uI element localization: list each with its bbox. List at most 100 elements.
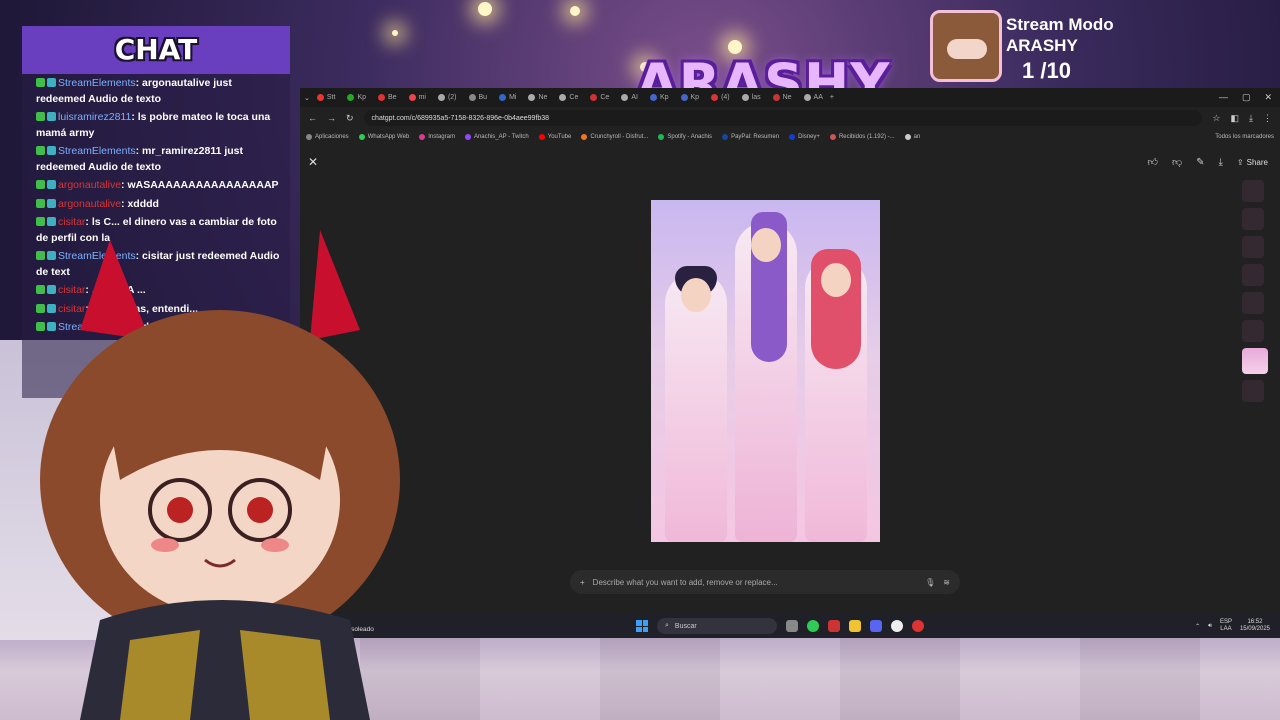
browser-tab[interactable]: AA [799, 90, 828, 105]
browser-tab[interactable]: AI [616, 90, 643, 105]
tab-label: Bu [478, 94, 488, 101]
task-view-icon[interactable] [786, 620, 798, 632]
bookmark-favicon [358, 134, 365, 140]
settings-app-icon[interactable] [912, 620, 924, 632]
browser-tab[interactable]: (2) [433, 90, 462, 105]
url-field[interactable]: chatgpt.com/c/689935a5-7158-8326-896e-0b… [363, 110, 1203, 126]
language-indicator[interactable]: ESP LAA [1220, 619, 1232, 633]
chat-username[interactable]: argonautalive [58, 179, 121, 191]
bookmark-item[interactable]: Recibidos (1.192) -... [829, 134, 895, 140]
download-icon[interactable]: ⤓ [1249, 113, 1253, 124]
all-bookmarks-link[interactable]: Todos los marcadores [1215, 134, 1274, 140]
tab-label: Kp [659, 94, 669, 101]
browser-tab[interactable]: Kp [676, 90, 705, 105]
browser-tab[interactable]: Be [373, 90, 402, 105]
close-window-icon[interactable]: ✕ [1264, 92, 1272, 103]
thumbs-up-icon[interactable]: 👍︎ [1148, 156, 1158, 168]
bookmark-item[interactable]: Disney+ [789, 134, 820, 140]
edit-icon[interactable]: ✎ [1196, 157, 1204, 168]
reload-icon[interactable]: ↻ [346, 113, 354, 124]
browser-tab[interactable]: las [737, 90, 766, 105]
browser-tab[interactable]: Ce [585, 90, 614, 105]
tab-label: AA [813, 94, 823, 101]
file-explorer-icon[interactable] [849, 620, 861, 632]
browser-tab[interactable]: Ce [554, 90, 583, 105]
bookmark-label: an [913, 134, 921, 140]
thumbnail[interactable] [1242, 380, 1264, 402]
discord-icon[interactable] [870, 620, 882, 632]
chat-title: CHAT [114, 33, 198, 66]
chat-username[interactable]: StreamElements [58, 77, 136, 89]
thumbnail[interactable] [1242, 264, 1264, 286]
bookmark-item[interactable]: Instagram [419, 134, 455, 140]
edit-prompt-bar[interactable]: + Describe what you want to add, remove … [570, 570, 960, 594]
browser-tab[interactable]: Mi [494, 90, 521, 105]
vtuber-avatar [40, 230, 400, 720]
thumbnail[interactable] [1242, 320, 1264, 342]
tab-label: Kp [357, 94, 366, 101]
new-tab-button[interactable]: + [830, 94, 834, 101]
windows-start-icon[interactable] [636, 620, 648, 632]
tray-chevron-icon[interactable]: ⌃ [1195, 623, 1200, 630]
close-viewer-icon[interactable]: ✕ [308, 155, 318, 169]
star-icon[interactable]: ☆ [1212, 113, 1220, 124]
browser-tab[interactable]: mi [404, 90, 431, 105]
maximize-icon[interactable]: ▢ [1242, 92, 1251, 103]
thumbnail[interactable] [1242, 180, 1264, 202]
tab-favicon [590, 94, 598, 101]
clock[interactable]: 16:52 15/09/2025 [1240, 619, 1270, 633]
bookmark-item[interactable]: Anachis_AP - Twitch [464, 134, 529, 140]
url-text: chatgpt.com/c/689935a5-7158-8326-896e-0b… [371, 114, 550, 122]
bookmark-item[interactable]: WhatsApp Web [358, 134, 409, 140]
voice-icon[interactable]: ≋ [943, 578, 950, 587]
share-icon: ⇪ [1236, 157, 1244, 167]
tab-favicon [347, 94, 355, 101]
browser-tab[interactable]: (4) [706, 90, 735, 105]
thumbs-down-icon[interactable]: 👎︎ [1172, 156, 1182, 168]
download-image-icon[interactable]: ⤓ [1219, 157, 1223, 168]
taskbar-search[interactable]: ⌕ Buscar [657, 618, 777, 634]
bookmark-item[interactable]: PayPal: Resumen [722, 134, 779, 140]
extension-icon[interactable]: ◧ [1231, 113, 1240, 124]
volume-icon[interactable]: 🔊︎ [1208, 623, 1212, 630]
bookmark-item[interactable]: YouTube [538, 134, 571, 140]
prompt-input[interactable]: Describe what you want to add, remove or… [593, 578, 917, 587]
bookmark-favicon [306, 134, 312, 140]
browser-tab[interactable]: Kp [645, 90, 674, 105]
bookmark-item[interactable]: Crunchyroll - Disfrut... [581, 134, 648, 140]
mic-icon[interactable]: 🎙︎ [925, 578, 935, 587]
add-icon[interactable]: + [580, 578, 585, 587]
adobe-icon[interactable] [828, 620, 840, 632]
tab-favicon [711, 94, 719, 101]
minimize-icon[interactable]: — [1219, 92, 1228, 103]
verified-badge-icon [47, 180, 56, 189]
forward-icon[interactable]: → [327, 113, 336, 123]
stream-mode-line1: Stream Modo [1006, 15, 1114, 34]
whatsapp-icon[interactable] [807, 620, 819, 632]
generated-image[interactable] [651, 200, 880, 542]
bookmark-label: Anachis_AP - Twitch [473, 134, 529, 140]
thumbnail[interactable] [1242, 236, 1264, 258]
obs-icon[interactable] [891, 620, 903, 632]
browser-tab[interactable]: Ne [768, 90, 797, 105]
chat-username[interactable]: luisramirez2811 [58, 111, 131, 123]
back-icon[interactable]: ← [308, 113, 317, 123]
tab-favicon [408, 94, 416, 101]
menu-icon[interactable]: ⋮ [1263, 113, 1272, 124]
tab-label: las [751, 94, 761, 101]
browser-tab[interactable]: Kp [342, 90, 371, 105]
browser-tab[interactable]: Stt [312, 90, 341, 105]
thumbnail-selected[interactable] [1242, 348, 1268, 374]
bookmark-item[interactable]: Aplicaciones [306, 134, 349, 140]
bookmark-item[interactable]: an [904, 134, 921, 140]
tab-favicon [803, 94, 811, 101]
browser-tab[interactable]: Ne [523, 90, 552, 105]
browser-tab[interactable]: Bu [464, 90, 493, 105]
thumbnail[interactable] [1242, 292, 1264, 314]
bookmark-item[interactable]: Spotify - Anachis [658, 134, 712, 140]
chat-username[interactable]: StreamElements [58, 145, 136, 157]
tab-search-icon[interactable]: ⌄ [304, 94, 310, 102]
thumbnail[interactable] [1242, 208, 1264, 230]
share-button[interactable]: ⇪ Share [1237, 158, 1268, 167]
chat-username[interactable]: argonautalive [58, 198, 121, 210]
